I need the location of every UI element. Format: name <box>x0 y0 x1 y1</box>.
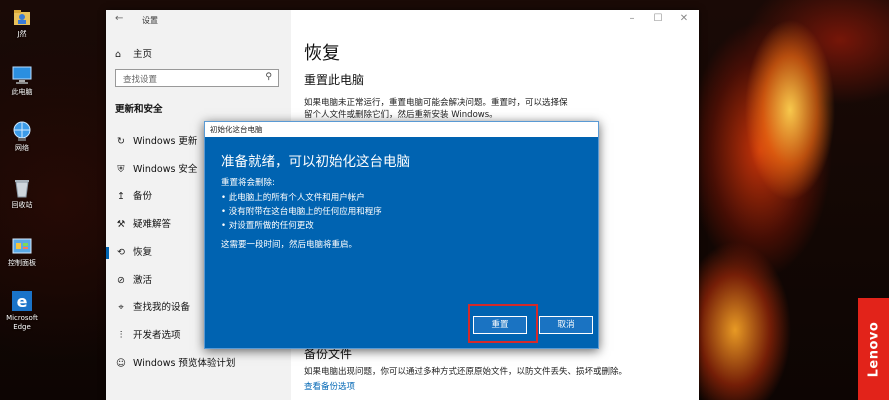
insider-icon: ☺ <box>116 358 126 369</box>
desktop-icon-label: Microsoft Edge <box>6 314 38 331</box>
reset-button[interactable]: 重置 <box>473 316 527 334</box>
nav-item-label: Windows 预览体验计划 <box>133 358 236 369</box>
brand-label: Lenovo <box>866 321 882 377</box>
wrench-icon: ⚒ <box>116 219 126 230</box>
page-title: 恢复 <box>304 43 340 64</box>
desktop-icon-label: 回收站 <box>11 201 33 209</box>
search-placeholder: 查找设置 <box>123 75 158 85</box>
control-panel-icon <box>11 235 33 257</box>
window-title: 设置 <box>142 16 158 25</box>
reset-pc-heading: 重置此电脑 <box>304 73 365 87</box>
recovery-icon: ⟲ <box>117 247 125 258</box>
nav-item-activation[interactable]: ⊘ 激活 <box>115 273 152 289</box>
developer-icon: ⫶ <box>119 330 123 341</box>
dialog-heading: 准备就绪，可以初始化这台电脑 <box>221 154 410 170</box>
desktop-icon-network[interactable]: 网络 <box>2 120 42 153</box>
dialog-bullet: • 对设置所做的任何更改 <box>221 221 314 231</box>
dialog-title: 初始化这台电脑 <box>205 122 598 137</box>
backup-icon: ↥ <box>117 191 125 202</box>
desktop-icon-label: 网络 <box>15 144 29 152</box>
recycle-bin-icon <box>11 177 33 199</box>
nav-item-label: Windows 安全 <box>133 164 198 175</box>
nav-item-label: 开发者选项 <box>133 330 181 341</box>
nav-item-label: 备份 <box>133 191 153 202</box>
home-icon: ⌂ <box>115 49 122 60</box>
nav-item-label: 疑难解答 <box>133 219 172 230</box>
desktop-icon-control-panel[interactable]: 控制面板 <box>2 235 42 268</box>
desktop-icon-label: 控制面板 <box>8 259 36 267</box>
nav-item-find-my-device[interactable]: ⌖ 查找我的设备 <box>115 300 190 316</box>
dialog-note: 这需要一段时间，然后电脑将重启。 <box>221 240 358 250</box>
nav-home-label: 主页 <box>133 49 153 60</box>
desktop-icon-recycle-bin[interactable]: 回收站 <box>2 177 42 210</box>
network-icon <box>11 120 33 142</box>
nav-home[interactable]: ⌂ 主页 <box>115 46 152 60</box>
nav-item-recovery[interactable]: ⟲ 恢复 <box>105 245 153 261</box>
desktop-icon-edge[interactable]: e Microsoft Edge <box>2 290 42 332</box>
reset-pc-dialog: 初始化这台电脑 准备就绪，可以初始化这台电脑 重置将会删除: • 此电脑上的所有… <box>204 121 599 349</box>
nav-item-label: 激活 <box>133 275 153 286</box>
reset-pc-description: 如果电脑未正常运行，重置电脑可能会解决问题。重置时，可以选择保留个人文件或删除它… <box>304 98 568 120</box>
lenovo-logo: Lenovo <box>858 298 889 400</box>
cancel-button[interactable]: 取消 <box>539 316 593 334</box>
backup-files-description: 如果电脑出现问题，你可以通过多种方式还原原始文件，以防文件丢失、损坏或删除。 <box>304 367 628 377</box>
nav-item-insider-program[interactable]: ☺ Windows 预览体验计划 <box>115 356 235 372</box>
shield-icon: ⛨ <box>117 164 125 175</box>
desktop-icon-label: 此电脑 <box>11 88 33 96</box>
back-arrow-icon[interactable]: ← <box>115 13 123 24</box>
nav-item-label: 恢复 <box>133 247 153 258</box>
dialog-subheading: 重置将会删除: <box>221 178 275 188</box>
find-device-icon: ⌖ <box>118 302 124 313</box>
desktop-icon-label: J然 <box>17 30 27 38</box>
activation-icon: ⊘ <box>117 275 125 286</box>
nav-item-troubleshoot[interactable]: ⚒ 疑难解答 <box>115 217 171 233</box>
nav-item-windows-security[interactable]: ⛨ Windows 安全 <box>115 162 197 178</box>
desktop-icon-this-pc[interactable]: 此电脑 <box>2 64 42 97</box>
nav-item-windows-update[interactable]: ↻ Windows 更新 <box>115 134 197 150</box>
search-input[interactable]: 查找设置 ⚲ <box>115 69 279 87</box>
user-folder-icon <box>11 6 33 28</box>
section-label: 更新和安全 <box>115 104 163 115</box>
svg-text:e: e <box>17 292 28 311</box>
sync-icon: ↻ <box>117 136 125 147</box>
dialog-bullet: • 没有附带在这台电脑上的任何应用和程序 <box>221 207 382 217</box>
nav-item-label: 查找我的设备 <box>133 302 191 313</box>
edge-icon: e <box>11 290 33 312</box>
nav-item-label: Windows 更新 <box>133 136 198 147</box>
dialog-bullet: • 此电脑上的所有个人文件和用户帐户 <box>221 193 365 203</box>
computer-icon <box>11 64 33 86</box>
desktop-icon-user-folder[interactable]: J然 <box>2 6 42 39</box>
nav-item-developer-options[interactable]: ⫶ 开发者选项 <box>115 328 181 344</box>
nav-item-backup[interactable]: ↥ 备份 <box>115 189 152 205</box>
search-icon: ⚲ <box>265 72 272 82</box>
view-backup-options-link[interactable]: 查看备份选项 <box>304 380 355 392</box>
